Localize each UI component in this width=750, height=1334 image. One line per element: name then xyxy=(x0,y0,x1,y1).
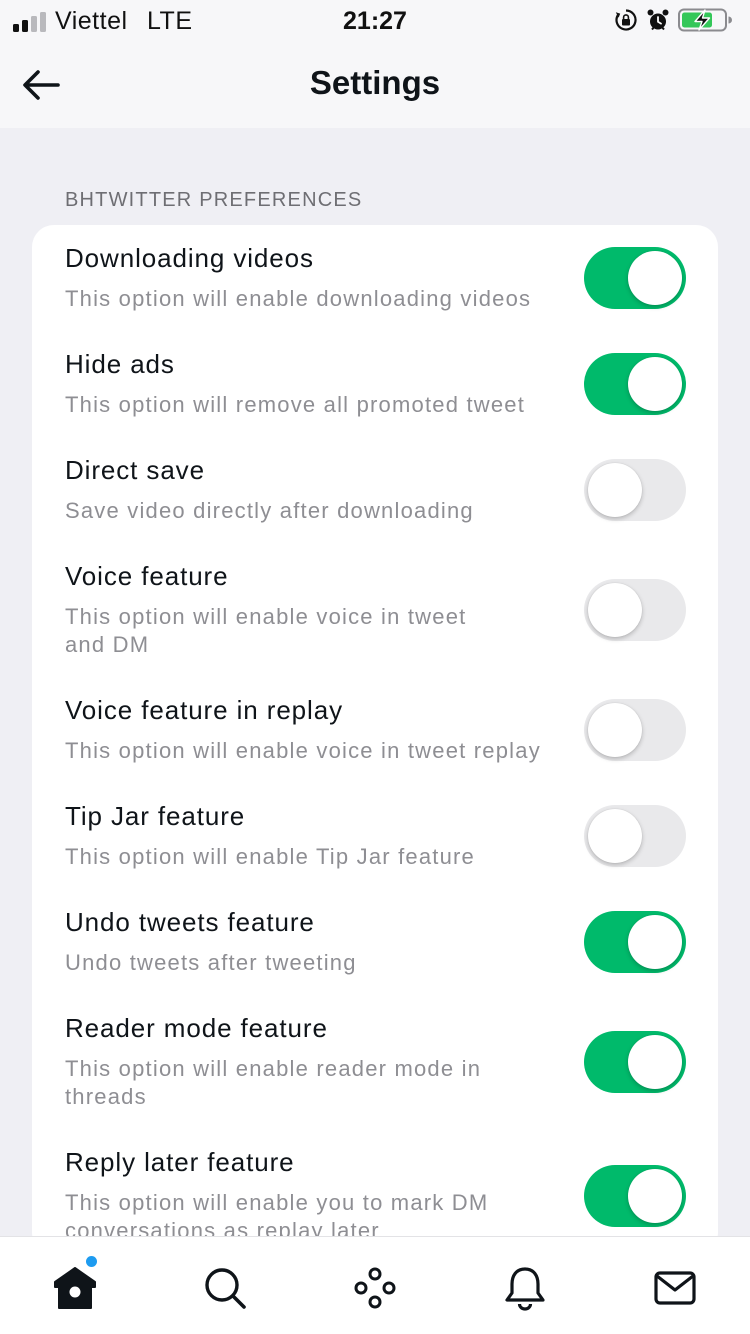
toggle-knob xyxy=(628,357,682,411)
setting-description: Undo tweets after tweeting xyxy=(65,950,357,975)
page-title: Settings xyxy=(309,64,441,101)
tab-search[interactable] xyxy=(200,1263,250,1313)
setting-description: This option will remove all promoted twe… xyxy=(65,392,526,417)
tab-home[interactable] xyxy=(50,1263,100,1313)
toggle-knob xyxy=(628,1169,682,1223)
setting-title: Direct save xyxy=(65,455,205,485)
tab-bar xyxy=(0,1236,750,1334)
toggle-voice-feature-in-replay[interactable] xyxy=(584,699,686,761)
toggle-knob xyxy=(588,809,642,863)
setting-description: This option will enable reader mode in t… xyxy=(65,1056,482,1109)
toggle-undo-tweets-feature[interactable] xyxy=(584,911,686,973)
toggle-downloading-videos[interactable] xyxy=(584,247,686,309)
tab-spaces[interactable] xyxy=(350,1263,400,1313)
tab-messages[interactable] xyxy=(650,1263,700,1313)
setting-title: Reader mode feature xyxy=(65,1013,328,1043)
toggle-knob xyxy=(628,251,682,305)
toggle-knob xyxy=(628,1035,682,1089)
setting-description: This option will enable Tip Jar feature xyxy=(65,844,475,869)
section-header: BHTWITTER PREFERENCES xyxy=(65,189,363,211)
home-icon xyxy=(54,1267,96,1309)
setting-title: Undo tweets feature xyxy=(65,907,315,937)
toggle-knob xyxy=(588,463,642,517)
status-icons xyxy=(614,8,736,32)
messages-icon xyxy=(654,1271,696,1305)
toggle-voice-feature[interactable] xyxy=(584,579,686,641)
tab-notifications[interactable] xyxy=(500,1263,550,1313)
notification-dot xyxy=(86,1256,97,1267)
toggle-hide-ads[interactable] xyxy=(584,353,686,415)
setting-description: This option will enable voice in tweet a… xyxy=(65,604,467,657)
navigation-bar: Settings xyxy=(0,42,750,128)
toggle-tip-jar-feature[interactable] xyxy=(584,805,686,867)
settings-card: Downloading videos This option will enab… xyxy=(32,225,718,1255)
setting-title: Tip Jar feature xyxy=(65,801,246,831)
setting-title: Voice feature in replay xyxy=(65,695,343,725)
notifications-icon xyxy=(505,1267,545,1311)
battery-charging-icon xyxy=(678,8,732,32)
toggle-direct-save[interactable] xyxy=(584,459,686,521)
setting-title: Downloading videos xyxy=(65,243,314,273)
settings-screen: Viettel LTE 21:27 Settings BHTWITTER PRE… xyxy=(0,0,750,1334)
setting-title: Hide ads xyxy=(65,349,175,379)
toggle-reply-later-feature[interactable] xyxy=(584,1165,686,1227)
toggle-knob xyxy=(588,583,642,637)
setting-description: This option will enable voice in tweet r… xyxy=(65,738,541,763)
spaces-icon xyxy=(354,1267,396,1309)
toggle-knob xyxy=(628,915,682,969)
setting-title: Reply later feature xyxy=(65,1147,295,1177)
orientation-lock-icon xyxy=(615,9,637,31)
search-icon xyxy=(205,1268,246,1309)
status-bar: Viettel LTE 21:27 xyxy=(0,0,750,42)
setting-description: Save video directly after downloading xyxy=(65,498,474,523)
setting-title: Voice feature xyxy=(65,561,229,591)
toggle-reader-mode-feature[interactable] xyxy=(584,1031,686,1093)
alarm-icon xyxy=(647,9,669,31)
setting-description: This option will enable downloading vide… xyxy=(65,286,532,311)
toggle-knob xyxy=(588,703,642,757)
